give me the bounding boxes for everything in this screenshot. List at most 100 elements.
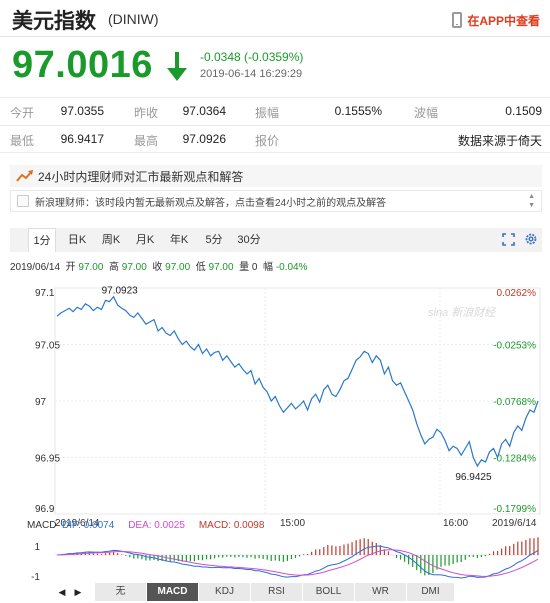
news-message-text: 新浪理财师：该时段内暂无最新观点及解答，点击查看24小时之前的观点及解答	[35, 197, 387, 209]
info-close: 97.00	[165, 262, 191, 273]
indicator-rsi[interactable]: RSI	[251, 583, 303, 601]
price-line	[56, 295, 539, 468]
stat-value-open: 97.0355	[60, 104, 104, 118]
pct-tick-label: -0.0253%	[493, 341, 536, 352]
macd-value: MACD: 0.0098	[198, 520, 265, 531]
x-tick-1600: 16:00	[443, 518, 468, 529]
indicator-none[interactable]: 无	[95, 583, 147, 601]
high-marker-label: 97.0923	[102, 286, 139, 297]
indicator-boll[interactable]: BOLL	[303, 583, 355, 601]
stat-label-prev-close: 昨收	[134, 106, 159, 120]
x-tick-end: 2019/6/14	[492, 518, 537, 529]
next-icon[interactable]: ▶	[71, 583, 85, 601]
stat-label-high: 最高	[134, 134, 159, 148]
trend-icon	[16, 170, 33, 182]
macd-panel	[55, 537, 540, 579]
dea-value: DEA: 0.0025	[128, 520, 185, 531]
indicator-kdj[interactable]: KDJ	[199, 583, 251, 601]
divider	[0, 36, 550, 37]
stat-value-low: 96.9417	[60, 132, 104, 146]
stat-value-high: 97.0926	[182, 132, 226, 146]
tab-daily[interactable]: 日K	[64, 228, 90, 252]
open-in-app-link[interactable]: 在APP中查看	[452, 10, 540, 30]
info-volume: 0	[251, 262, 258, 273]
info-high: 97.00	[121, 262, 147, 273]
pct-tick-label: -0.1284%	[493, 454, 536, 465]
chevron-up-icon[interactable]: ▲	[528, 192, 535, 201]
macd-legend: MACD DIF: 0.0074 DEA: 0.0025 MACD: 0.009…	[27, 520, 264, 531]
phone-icon	[452, 12, 463, 28]
stat-label-open: 今开	[10, 106, 35, 120]
pct-tick-label: -0.0768%	[493, 397, 536, 408]
stats-row: 今开 97.0355 昨收 97.0364 振幅 0.1555% 波幅 0.15…	[0, 97, 550, 125]
current-price: 97.0016	[12, 44, 153, 86]
info-close-label: 收	[152, 262, 163, 273]
news-header[interactable]: 24小时内理财师对汇市最新观点和解答	[10, 165, 542, 187]
arrow-down-icon	[167, 52, 187, 81]
info-amplitude: -0.04%	[275, 262, 308, 273]
macd-tick-1: 1	[34, 542, 40, 553]
stat-value-range: 0.1509	[505, 104, 542, 118]
info-high-label: 高	[109, 262, 119, 273]
stats-table: 今开 97.0355 昨收 97.0364 振幅 0.1555% 波幅 0.15…	[0, 97, 550, 153]
stat-value-source: 数据来源于倚天	[457, 134, 542, 148]
indicator-wr[interactable]: WR	[355, 583, 407, 601]
symbol-code: (DINIW)	[108, 11, 159, 27]
info-volume-label: 量	[239, 262, 250, 273]
indicator-dmi[interactable]: DMI	[407, 583, 455, 601]
info-date: 2019/06/14	[10, 262, 61, 273]
tab-weekly[interactable]: 周K	[98, 228, 124, 252]
stat-label-low: 最低	[10, 134, 35, 148]
news-message[interactable]: 新浪理财师：该时段内暂无最新观点及解答，点击查看24小时之前的观点及解答 ▲ ▼	[10, 190, 542, 212]
fullscreen-icon[interactable]	[502, 233, 515, 246]
sina-watermark: sina 新浪财经	[428, 306, 496, 319]
tab-30min[interactable]: 30分	[234, 228, 264, 252]
price-chart[interactable]: sina 新浪财经 97.1 97.05 97 96.95 96.9 0.0262% -0…	[0, 278, 550, 580]
gear-icon[interactable]	[524, 232, 538, 246]
y-tick-label: 96.95	[35, 454, 60, 465]
y-tick-label: 97	[35, 397, 47, 408]
y-tick-label: 96.9	[35, 504, 55, 515]
info-amplitude-label: 幅	[263, 262, 274, 273]
stat-value-prev-close: 97.0364	[182, 104, 226, 118]
tab-1min[interactable]: 1分	[28, 228, 56, 252]
chevron-down-icon[interactable]: ▼	[528, 201, 535, 210]
page-title: 美元指数	[12, 9, 96, 33]
y-tick-label: 97.1	[35, 288, 55, 299]
stat-label-amplitude: 振幅	[255, 106, 280, 120]
ohlc-info: 2019/06/14 开 97.00 高 97.00 收 97.00 低 97.…	[10, 258, 308, 273]
header: 美元指数 (DINIW) 在APP中查看	[0, 0, 550, 38]
stat-label-range: 波幅	[414, 106, 439, 120]
dea-line	[56, 549, 539, 577]
tab-monthly[interactable]: 月K	[132, 228, 158, 252]
dif-value: DIF: 0.0074	[62, 520, 115, 531]
price-line-group	[56, 295, 539, 468]
open-in-app-label: 在APP中查看	[467, 13, 540, 28]
news-title: 24小时内理财师对汇市最新观点和解答	[38, 169, 244, 184]
info-low-label: 低	[195, 262, 206, 273]
quote-block: 97.0016 -0.0348 (-0.0359%) 2019-06-14 16…	[0, 40, 550, 92]
info-open-label: 开	[65, 262, 76, 273]
low-marker-label: 96.9425	[455, 472, 492, 483]
dif-line	[56, 545, 539, 579]
indicator-macd[interactable]: MACD	[147, 583, 199, 601]
prev-icon[interactable]: ◀	[55, 583, 69, 601]
y-tick-label: 97.05	[35, 341, 60, 352]
stat-label-quote: 报价	[255, 134, 280, 148]
pct-axis-labels: 0.0262% -0.0253% -0.0768% -0.1284% -0.1799%	[493, 288, 536, 515]
price-change: -0.0348 (-0.0359%)	[200, 50, 304, 64]
stat-value-amplitude: 0.1555%	[334, 104, 382, 118]
x-tick-1500: 15:00	[280, 518, 305, 529]
tab-yearly[interactable]: 年K	[166, 228, 192, 252]
news-scroll[interactable]: ▲ ▼	[528, 192, 535, 210]
pct-tick-label: 0.0262%	[497, 288, 537, 299]
avatar	[17, 195, 29, 207]
quote-timestamp: 2019-06-14 16:29:29	[200, 68, 303, 80]
info-open: 97.00	[78, 262, 104, 273]
info-low: 97.00	[208, 262, 234, 273]
pct-tick-label: -0.1799%	[493, 504, 536, 515]
period-tabs: 1分 日K 周K 月K 年K 5分 30分	[10, 228, 542, 252]
macd-tick-neg1: -1	[31, 572, 40, 580]
macd-title: MACD	[27, 520, 57, 531]
tab-5min[interactable]: 5分	[202, 228, 226, 252]
